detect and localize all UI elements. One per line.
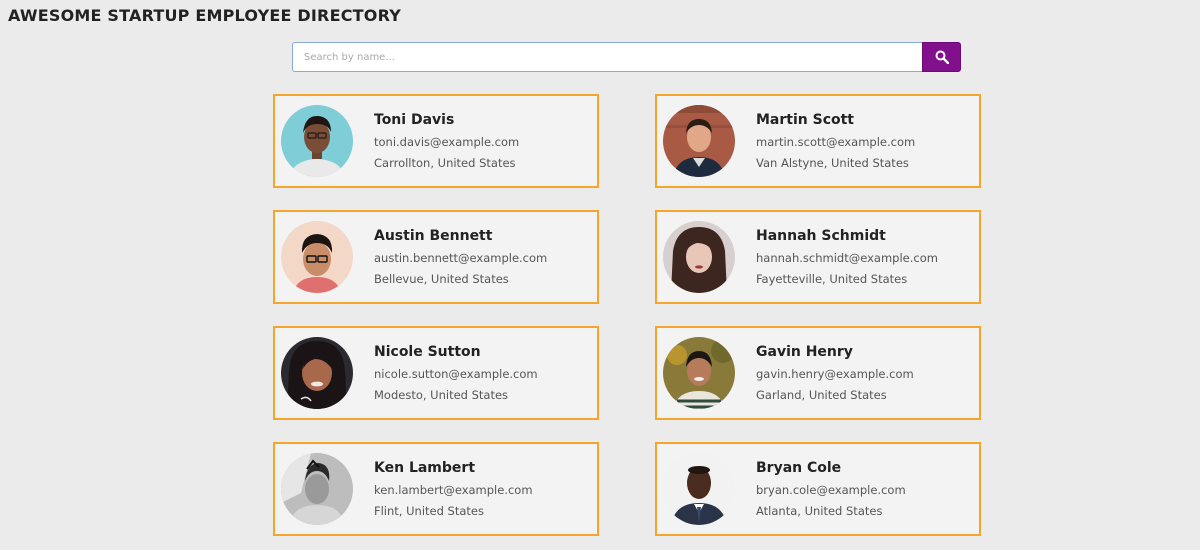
employee-info: Nicole Sutton nicole.sutton@example.com … [374, 343, 538, 403]
employee-card[interactable]: Toni Davis toni.davis@example.com Carrol… [273, 94, 599, 188]
employee-location: Bellevue, United States [374, 272, 509, 286]
avatar [663, 105, 735, 177]
employee-info: Gavin Henry gavin.henry@example.com Garl… [756, 343, 914, 403]
employee-email: hannah.schmidt@example.com [756, 251, 938, 265]
employee-info: Ken Lambert ken.lambert@example.com Flin… [374, 459, 533, 519]
employee-location: Van Alstyne, United States [756, 156, 909, 170]
employee-name: Gavin Henry [756, 344, 853, 360]
avatar [281, 453, 353, 525]
employee-email: austin.bennett@example.com [374, 251, 548, 265]
employee-card[interactable]: Bryan Cole bryan.cole@example.com Atlant… [655, 442, 981, 536]
search-button[interactable] [922, 42, 961, 72]
employee-location: Modesto, United States [374, 388, 509, 402]
employee-name: Bryan Cole [756, 460, 842, 476]
avatar [281, 105, 353, 177]
employee-location: Fayetteville, United States [756, 272, 908, 286]
employee-info: Bryan Cole bryan.cole@example.com Atlant… [756, 459, 906, 519]
employee-card[interactable]: Gavin Henry gavin.henry@example.com Garl… [655, 326, 981, 420]
avatar [663, 337, 735, 409]
employee-info: Austin Bennett austin.bennett@example.co… [374, 227, 547, 287]
search-input[interactable] [292, 42, 922, 72]
employee-email: martin.scott@example.com [756, 135, 916, 149]
employee-name: Hannah Schmidt [756, 228, 886, 244]
avatar [281, 337, 353, 409]
avatar [663, 221, 735, 293]
employee-name: Nicole Sutton [374, 344, 481, 360]
employee-location: Flint, United States [374, 504, 484, 518]
employee-email: ken.lambert@example.com [374, 483, 533, 497]
employee-info: Martin Scott martin.scott@example.com Va… [756, 111, 915, 171]
employee-card[interactable]: Martin Scott martin.scott@example.com Va… [655, 94, 981, 188]
employee-card[interactable]: Nicole Sutton nicole.sutton@example.com … [273, 326, 599, 420]
directory-page: AWESOME STARTUP EMPLOYEE DIRECTORY Toni … [0, 0, 1200, 550]
employee-name: Toni Davis [374, 112, 455, 128]
avatar [663, 453, 735, 525]
employee-location: Atlanta, United States [756, 504, 883, 518]
employee-info: Hannah Schmidt hannah.schmidt@example.co… [756, 227, 938, 287]
page-title: AWESOME STARTUP EMPLOYEE DIRECTORY [8, 6, 401, 25]
employee-grid: Toni Davis toni.davis@example.com Carrol… [273, 94, 981, 536]
employee-card[interactable]: Hannah Schmidt hannah.schmidt@example.co… [655, 210, 981, 304]
employee-email: gavin.henry@example.com [756, 367, 914, 381]
employee-email: bryan.cole@example.com [756, 483, 906, 497]
employee-name: Ken Lambert [374, 460, 476, 476]
employee-card[interactable]: Austin Bennett austin.bennett@example.co… [273, 210, 599, 304]
employee-email: nicole.sutton@example.com [374, 367, 538, 381]
employee-location: Carrollton, United States [374, 156, 516, 170]
employee-info: Toni Davis toni.davis@example.com Carrol… [374, 111, 519, 171]
employee-name: Austin Bennett [374, 228, 493, 244]
search-bar [292, 42, 961, 72]
employee-name: Martin Scott [756, 112, 854, 128]
search-icon [935, 50, 949, 64]
employee-email: toni.davis@example.com [374, 135, 520, 149]
employee-card[interactable]: Ken Lambert ken.lambert@example.com Flin… [273, 442, 599, 536]
employee-location: Garland, United States [756, 388, 887, 402]
avatar [281, 221, 353, 293]
